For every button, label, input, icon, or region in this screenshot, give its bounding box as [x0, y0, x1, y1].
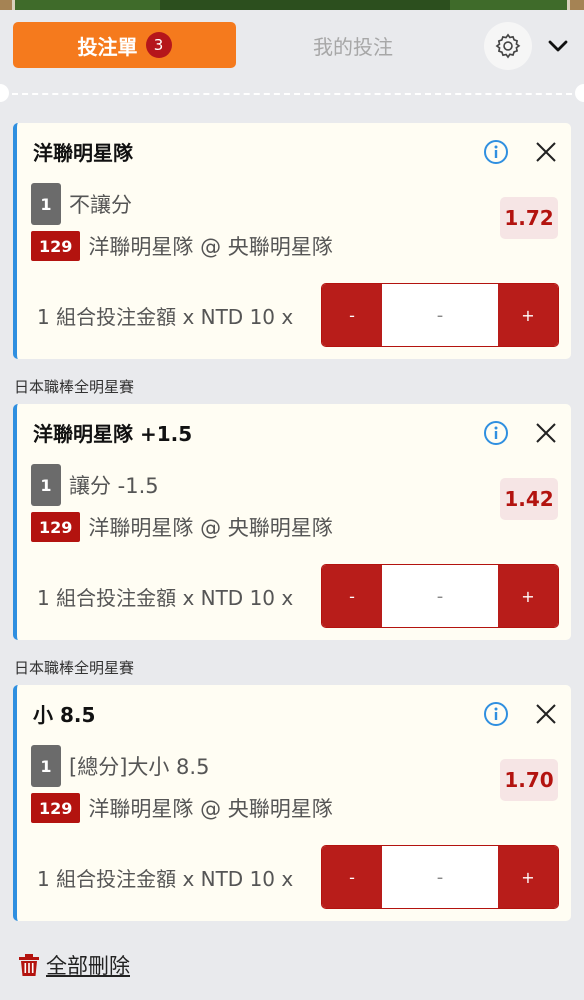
- ticket-separator: [0, 84, 584, 104]
- stake-input[interactable]: -: [382, 284, 498, 346]
- chevron-down-icon: [548, 40, 568, 52]
- delete-all-button[interactable]: 全部刪除: [18, 950, 130, 980]
- betslip-header: 投注單 3 我的投注: [0, 10, 584, 88]
- stake-increase-button[interactable]: +: [498, 284, 558, 346]
- line-number-badge: 1: [31, 745, 61, 787]
- stake-stepper: - - +: [321, 845, 559, 909]
- market-label: 不讓分: [69, 193, 132, 217]
- match-code-badge: 129: [31, 512, 81, 542]
- close-icon[interactable]: [533, 139, 559, 165]
- stake-decrease-button[interactable]: -: [322, 284, 382, 346]
- line-number-badge: 1: [31, 464, 61, 506]
- info-icon[interactable]: [483, 420, 509, 446]
- trash-icon: [19, 954, 39, 976]
- info-icon[interactable]: [483, 701, 509, 727]
- bet-card: 小 8.5 1 [總分]大小 8.5 129 洋聯明星隊 @ 央聯明星隊 1.7…: [13, 685, 571, 921]
- collapse-button[interactable]: [544, 34, 572, 58]
- match-code-badge: 129: [31, 231, 81, 261]
- bet-selection-title: 洋聯明星隊: [33, 141, 133, 165]
- match-label: 洋聯明星隊 @ 央聯明星隊: [88, 516, 333, 540]
- stake-decrease-button[interactable]: -: [322, 846, 382, 908]
- odds-value: 1.42: [500, 478, 558, 520]
- field-image-strip: [0, 0, 584, 10]
- tab-betslip[interactable]: 投注單 3: [13, 22, 236, 68]
- bet-selection-title: 洋聯明星隊 +1.5: [33, 422, 193, 446]
- stake-label: 1 組合投注金額 x NTD 10 x: [37, 586, 294, 610]
- stake-decrease-button[interactable]: -: [322, 565, 382, 627]
- betslip-panel: 投注單 3 我的投注 洋聯明星隊 1 不讓分 129 洋聯明星隊 @ 央聯明星隊…: [0, 0, 584, 1000]
- match-label: 洋聯明星隊 @ 央聯明星隊: [88, 797, 333, 821]
- league-label: 日本職棒全明星賽: [14, 378, 135, 396]
- betslip-count-badge: 3: [145, 32, 172, 58]
- match-label: 洋聯明星隊 @ 央聯明星隊: [88, 235, 333, 259]
- stake-label: 1 組合投注金額 x NTD 10 x: [37, 867, 294, 891]
- tab-betslip-label: 投注單: [77, 34, 138, 59]
- bet-card: 洋聯明星隊 1 不讓分 129 洋聯明星隊 @ 央聯明星隊 1.72 1 組合投…: [13, 123, 571, 359]
- stake-stepper: - - +: [321, 283, 559, 347]
- match-code-badge: 129: [31, 793, 81, 823]
- close-icon[interactable]: [533, 420, 559, 446]
- market-label: 讓分 -1.5: [69, 474, 159, 498]
- delete-all-label: 全部刪除: [46, 954, 130, 978]
- bet-card: 洋聯明星隊 +1.5 1 讓分 -1.5 129 洋聯明星隊 @ 央聯明星隊 1…: [13, 404, 571, 640]
- stake-increase-button[interactable]: +: [498, 846, 558, 908]
- stake-increase-button[interactable]: +: [498, 565, 558, 627]
- tab-my-bets-label: 我的投注: [313, 34, 393, 59]
- stake-input[interactable]: -: [382, 565, 498, 627]
- odds-value: 1.72: [500, 197, 558, 239]
- line-number-badge: 1: [31, 183, 61, 225]
- odds-value: 1.70: [500, 759, 558, 801]
- tab-my-bets[interactable]: 我的投注: [258, 22, 448, 68]
- stake-input[interactable]: -: [382, 846, 498, 908]
- gear-icon: [495, 33, 521, 59]
- info-icon[interactable]: [483, 139, 509, 165]
- league-label: 日本職棒全明星賽: [14, 659, 135, 677]
- bet-selection-title: 小 8.5: [33, 703, 96, 727]
- market-label: [總分]大小 8.5: [69, 755, 210, 779]
- settings-button[interactable]: [484, 22, 532, 70]
- stake-label: 1 組合投注金額 x NTD 10 x: [37, 305, 294, 329]
- close-icon[interactable]: [533, 701, 559, 727]
- stake-stepper: - - +: [321, 564, 559, 628]
